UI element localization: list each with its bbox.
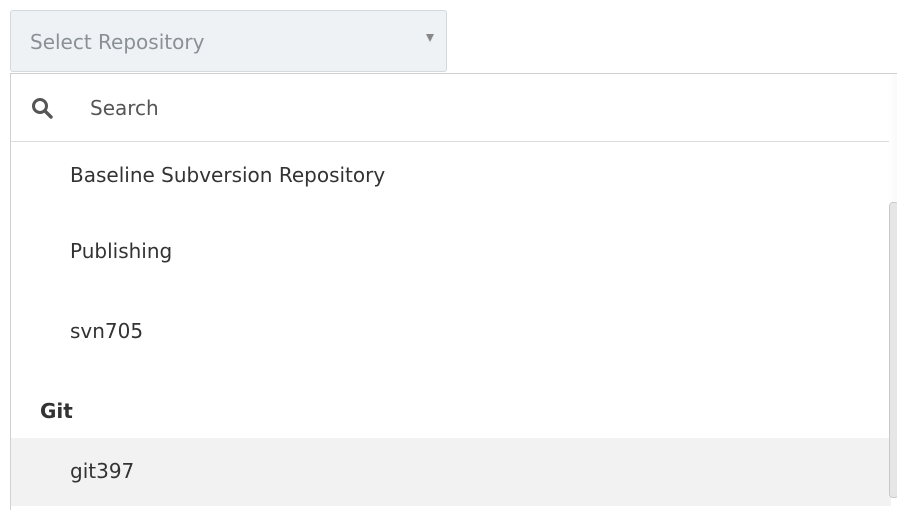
list-item-label: Baseline Subversion Repository [70, 163, 386, 187]
list-item[interactable]: Baseline Subversion Repository [11, 142, 891, 210]
repository-select-label: Select Repository [30, 30, 205, 54]
scrollbar-top-shade [889, 74, 897, 202]
scrollbar[interactable] [889, 202, 897, 498]
scrollbar-thumb[interactable] [890, 203, 897, 497]
repository-list: Baseline Subversion Repository Publishin… [11, 142, 891, 510]
list-item-label: Publishing [70, 239, 173, 263]
caret-down-icon [426, 34, 434, 42]
search-input[interactable] [90, 91, 690, 125]
list-item-label: git397 [70, 459, 135, 483]
repository-selector-page: Select Repository Baseline Subversion Re… [0, 0, 897, 510]
group-label: Git [40, 399, 73, 423]
search-row [11, 74, 897, 142]
group-header-git: Git [11, 378, 891, 446]
list-item[interactable]: Publishing [11, 218, 891, 286]
list-item-label: svn705 [70, 319, 144, 343]
list-item[interactable]: svn705 [11, 298, 891, 366]
search-icon [31, 97, 53, 119]
repository-select[interactable]: Select Repository [10, 10, 447, 72]
list-item-highlighted[interactable]: git397 [11, 438, 891, 506]
repository-dropdown: Baseline Subversion Repository Publishin… [10, 73, 897, 510]
